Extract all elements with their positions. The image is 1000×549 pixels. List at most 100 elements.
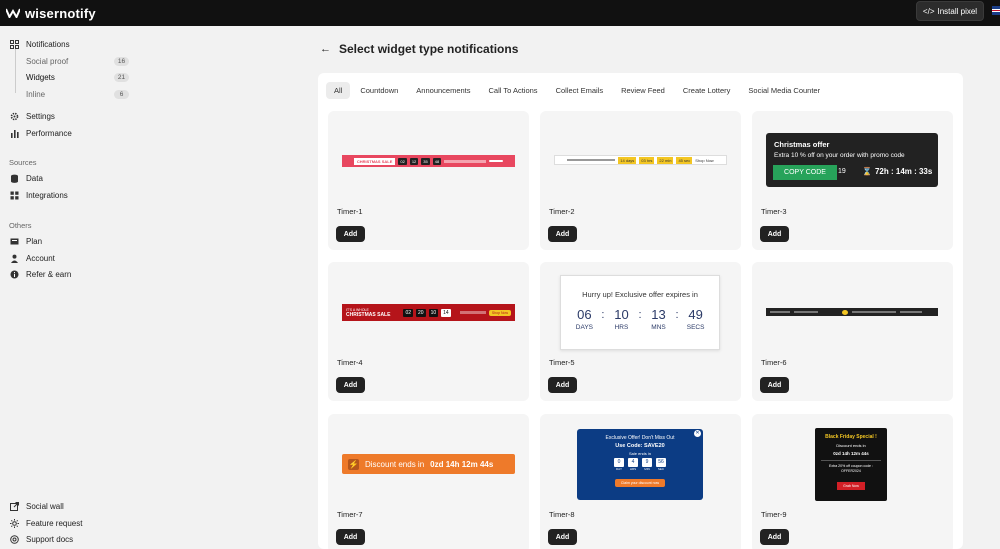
sidebar-item-social-proof[interactable]: Social proof 16 <box>26 57 130 66</box>
preview-text-line <box>770 311 790 313</box>
user-icon <box>11 254 18 263</box>
preview-text-line <box>567 159 616 161</box>
tab-all[interactable]: All <box>326 82 351 99</box>
help-icon <box>10 535 19 544</box>
add-button[interactable]: Add <box>760 529 789 545</box>
tab-create-lottery[interactable]: Create Lottery <box>675 82 739 99</box>
card-name: Timer-5 <box>549 358 575 367</box>
preview-code-tail: 19 <box>838 168 846 175</box>
sidebar-label: Settings <box>26 112 55 121</box>
database-icon <box>11 174 18 183</box>
widget-card-timer-6[interactable]: Timer-6 Add <box>752 262 953 401</box>
tab-bar: All Countdown Announcements Call To Acti… <box>326 82 830 99</box>
countdown-colon: : <box>601 309 605 321</box>
install-pixel-button[interactable]: </> Install pixel <box>916 1 984 21</box>
countdown-label: MNS <box>651 324 666 331</box>
preview-line2: CHRISTMAS SALE <box>346 311 391 318</box>
preview-title: Exclusive Offer! Don't Miss Out <box>605 435 675 441</box>
countdown-colon: : <box>675 309 679 321</box>
sidebar-item-inline[interactable]: Inline 6 <box>26 90 130 99</box>
sidebar-item-notifications[interactable]: Notifications <box>10 40 70 49</box>
grid-icon <box>10 40 19 49</box>
sidebar-label: Social wall <box>26 502 64 511</box>
preview-digit: 48 <box>432 157 442 165</box>
preview-text: Discount ends in <box>365 459 425 469</box>
sidebar-item-feature-request[interactable]: Feature request <box>10 519 82 528</box>
add-button[interactable]: Add <box>548 226 577 242</box>
tab-review-feed[interactable]: Review Feed <box>613 82 673 99</box>
preview-text-line <box>852 311 896 313</box>
card-name: Timer-4 <box>337 358 363 367</box>
count-badge: 21 <box>114 73 129 82</box>
uk-flag-icon[interactable] <box>992 6 1000 15</box>
widget-card-timer-2[interactable]: 14 days 03 hrs 22 min 45 sec Shop Now Ti… <box>540 111 741 250</box>
preview-unit: 9 MIN <box>642 458 652 471</box>
preview-sub: Discount ends in <box>836 443 866 448</box>
add-button[interactable]: Add <box>336 377 365 393</box>
preview-code-button: COPY CODE <box>773 165 837 180</box>
widget-card-timer-1[interactable]: CHRISTMAS SALE 02 12 35 48 Timer-1 Add <box>328 111 529 250</box>
widget-card-timer-3[interactable]: Christmas offer Extra 10 % off on your o… <box>752 111 953 250</box>
preview-text-line <box>459 311 486 314</box>
card-name: Timer-9 <box>761 510 787 519</box>
preview-unit: 0 DAY <box>614 458 624 471</box>
tab-social-media-counter[interactable]: Social Media Counter <box>740 82 828 99</box>
code-icon: </> <box>922 6 935 16</box>
widget-card-timer-5[interactable]: Hurry up! Exclusive offer expires in 06 D… <box>540 262 741 401</box>
widget-card-timer-7[interactable]: ⚡ Discount ends in 0zd 14h 12m 44s Timer… <box>328 414 529 549</box>
sidebar-item-data[interactable]: Data <box>10 174 43 183</box>
add-button[interactable]: Add <box>548 377 577 393</box>
sidebar-item-plan[interactable]: Plan <box>10 237 42 246</box>
back-arrow-icon[interactable]: ← <box>320 43 331 55</box>
preview-digit: 45 sec <box>676 156 693 164</box>
app-logo[interactable]: wisernotify <box>6 6 96 21</box>
timer-9-preview: Black Friday Special ! Discount ends in … <box>815 428 887 501</box>
gear-icon <box>10 112 19 121</box>
add-button[interactable]: Add <box>760 226 789 242</box>
preview-label: DAY <box>616 467 622 471</box>
sidebar-item-refer[interactable]: Refer & earn <box>10 270 71 279</box>
tab-announcements[interactable]: Announcements <box>408 82 478 99</box>
preview-text-line <box>444 159 487 163</box>
preview-timer-text: 72h : 14m : 33s <box>874 167 933 176</box>
tab-collect-emails[interactable]: Collect Emails <box>548 82 612 99</box>
sidebar-item-account[interactable]: Account <box>10 254 55 263</box>
bar-chart-icon <box>11 130 19 138</box>
sidebar-item-performance[interactable]: Performance <box>10 129 72 138</box>
tab-countdown[interactable]: Countdown <box>352 82 406 99</box>
add-button[interactable]: Add <box>336 226 365 242</box>
top-bar: wisernotify </> Install pixel <box>0 0 1000 26</box>
tab-call-to-actions[interactable]: Call To Actions <box>481 82 546 99</box>
widget-card-timer-8[interactable]: ✕ Exclusive Offer! Don't Miss Out Use Co… <box>540 414 741 549</box>
sidebar-item-support-docs[interactable]: Support docs <box>10 535 73 544</box>
preview-title: IT'S A WHOLE CHRISTMAS SALE <box>346 308 390 318</box>
add-button[interactable]: Add <box>548 529 577 545</box>
sidebar-item-settings[interactable]: Settings <box>10 112 55 121</box>
widget-card-timer-9[interactable]: Black Friday Special ! Discount ends in … <box>752 414 953 549</box>
add-button[interactable]: Add <box>336 529 365 545</box>
sidebar-item-widgets[interactable]: Widgets 21 <box>26 73 130 82</box>
countdown-unit: 06 DAYS <box>571 307 597 331</box>
add-button[interactable]: Add <box>760 377 789 393</box>
count-badge: 16 <box>114 57 129 66</box>
preview-timer: ⌛ 72h : 14m : 33s <box>862 167 932 176</box>
timer-3-preview: Christmas offer Extra 10 % off on your o… <box>766 133 938 187</box>
sidebar-label: Refer & earn <box>26 270 72 279</box>
sidebar-item-integrations[interactable]: Integrations <box>10 191 68 200</box>
preview-code: Use Code: SAVE20 <box>615 443 665 449</box>
preview-cta: Claim your discount now <box>614 479 666 487</box>
preview-title: Christmas offer <box>774 140 830 149</box>
sidebar-label: Performance <box>26 129 72 138</box>
sidebar-item-social-wall[interactable]: Social wall <box>10 502 64 511</box>
preview-cta <box>489 160 504 162</box>
preview-text: Extra 10 % off on your order with promo … <box>774 152 905 159</box>
countdown-number: 13 <box>651 307 666 322</box>
preview-digit: 35 <box>421 157 430 165</box>
countdown-colon: : <box>638 309 642 321</box>
preview-title: Hurry up! Exclusive offer expires in <box>582 290 698 299</box>
preview-unit: 56 SEC <box>656 458 666 471</box>
integrations-icon <box>10 191 19 200</box>
preview-digit: 14 days <box>618 156 637 164</box>
sidebar: Notifications Social proof 16 Widgets 21… <box>0 26 150 549</box>
widget-card-timer-4[interactable]: IT'S A WHOLE CHRISTMAS SALE 02 20 10 14 … <box>328 262 529 401</box>
